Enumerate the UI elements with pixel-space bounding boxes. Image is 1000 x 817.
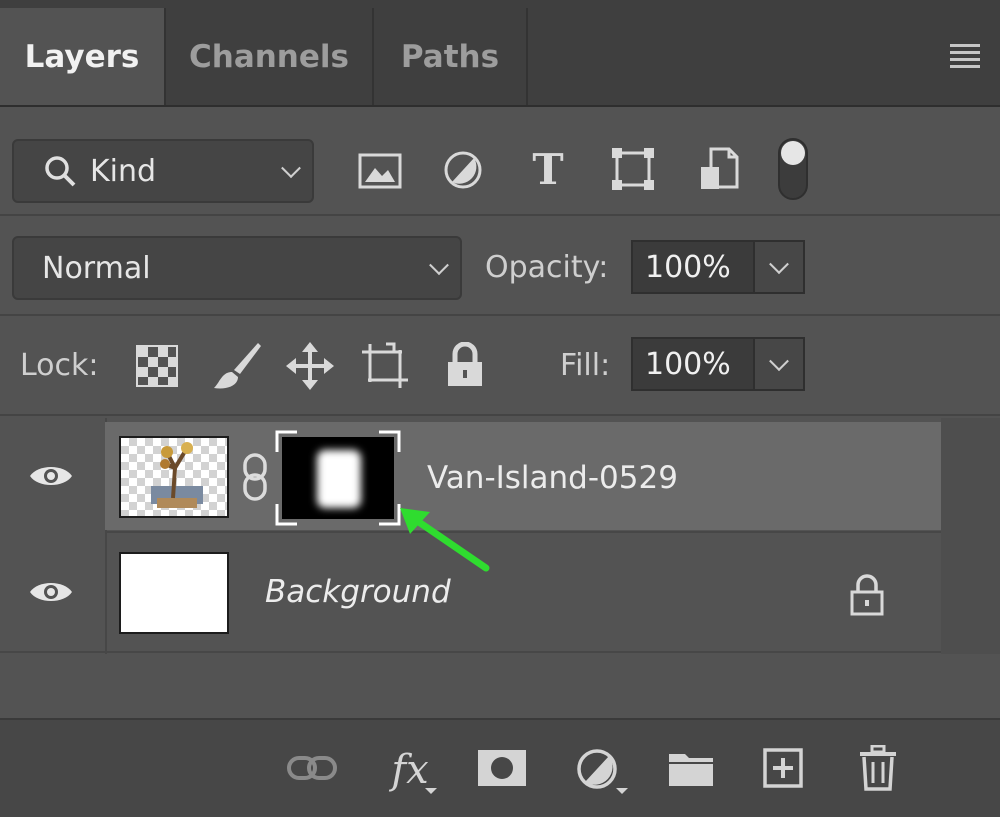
blend-mode-label: Normal	[42, 250, 151, 286]
panel-menu-icon[interactable]	[950, 44, 980, 72]
tab-channels[interactable]: Channels	[166, 8, 374, 105]
annotation-arrow	[400, 508, 490, 572]
trash-icon[interactable]	[858, 744, 898, 792]
lock-position-icon[interactable]	[286, 342, 334, 390]
shape-filter-icon[interactable]	[610, 146, 656, 192]
fill-label: Fill:	[560, 348, 611, 383]
layer-mask-thumbnail[interactable]	[275, 430, 401, 526]
background-lock-icon	[849, 574, 885, 616]
fill-dropdown-button[interactable]	[755, 337, 805, 391]
mask-link-chain-icon[interactable]	[240, 452, 270, 502]
new-layer-icon[interactable]	[762, 746, 804, 790]
panel-tab-bar: Layers Channels Paths	[0, 0, 1000, 107]
tab-paths[interactable]: Paths	[374, 8, 528, 105]
lock-all-icon[interactable]	[446, 341, 484, 388]
lock-transparent-pixels-icon[interactable]	[136, 345, 178, 387]
filter-toggle-icon[interactable]	[778, 138, 808, 200]
type-filter-icon[interactable]: T	[526, 145, 570, 194]
blend-mode-select[interactable]: Normal	[12, 236, 462, 300]
lock-artboard-icon[interactable]	[360, 342, 410, 390]
layers-bottom-toolbar: fx	[0, 718, 1000, 817]
opacity-label: Opacity:	[485, 250, 609, 285]
layer-row-background[interactable]: Background	[105, 534, 941, 650]
image-filter-icon[interactable]	[356, 150, 404, 192]
filter-kind-select[interactable]: Kind	[12, 139, 314, 203]
background-visibility-eye-icon[interactable]	[28, 578, 74, 610]
fill-input[interactable]: 100%	[631, 337, 755, 391]
layer-visibility-eye-icon[interactable]	[28, 462, 74, 494]
group-folder-icon[interactable]	[668, 748, 714, 788]
layer-name[interactable]: Van-Island-0529	[427, 460, 678, 496]
opacity-input[interactable]: 100%	[631, 240, 755, 294]
link-layers-icon[interactable]	[284, 748, 340, 788]
lock-image-pixels-icon[interactable]	[212, 340, 262, 392]
opacity-dropdown-button[interactable]	[755, 240, 805, 294]
adjustment-filter-icon[interactable]	[441, 148, 485, 192]
layer-row-van-island[interactable]: Van-Island-0529	[105, 422, 941, 530]
smart-object-filter-icon[interactable]	[697, 146, 741, 192]
add-mask-icon[interactable]	[477, 748, 527, 788]
tab-layers[interactable]: Layers	[0, 8, 166, 105]
lock-label: Lock:	[20, 348, 99, 383]
layer-list-scrollbar[interactable]	[941, 418, 1000, 654]
background-thumbnail[interactable]	[119, 552, 229, 634]
adjustment-layer-icon[interactable]	[574, 746, 620, 792]
layer-thumbnail[interactable]	[119, 436, 229, 518]
filter-kind-label: Kind	[90, 153, 157, 189]
search-icon	[45, 156, 76, 187]
